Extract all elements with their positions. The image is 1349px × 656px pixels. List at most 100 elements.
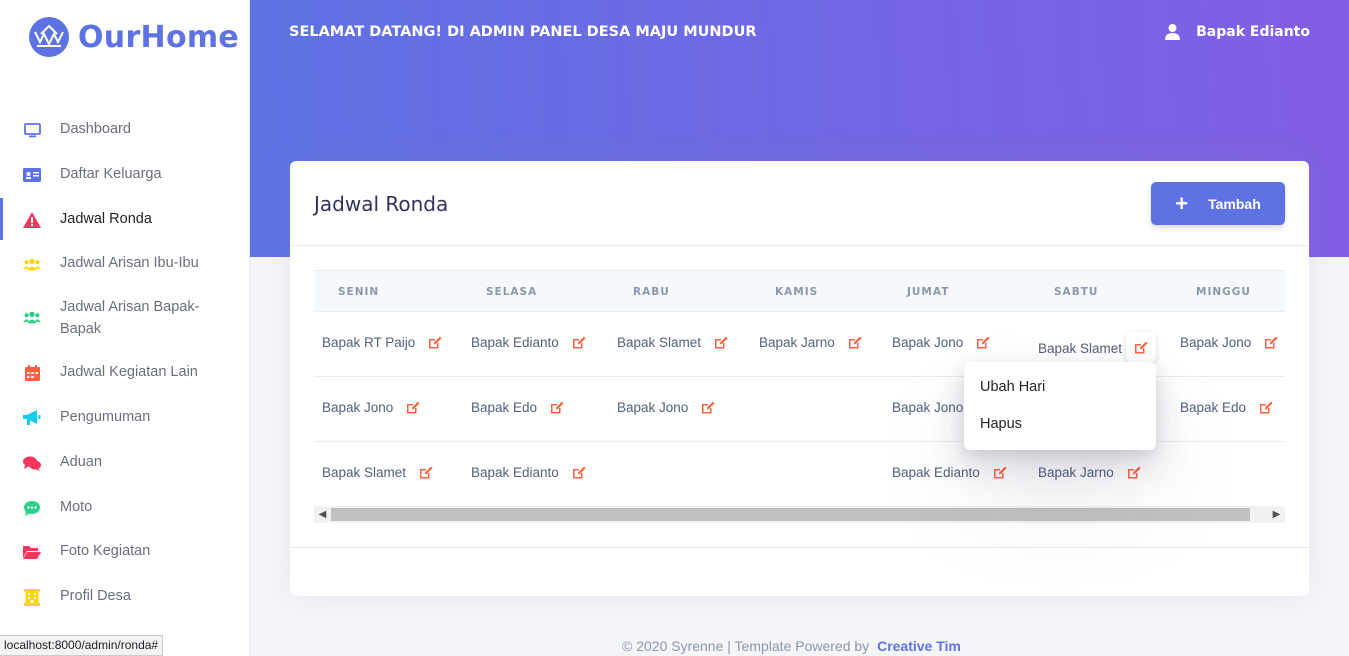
sidebar-item-foto-kegiatan[interactable]: Foto Kegiatan: [0, 540, 210, 562]
schedule-cell: Bapak Slamet: [322, 464, 434, 480]
edit-icon[interactable]: [847, 334, 863, 350]
column-header-jumat: JUMAT: [907, 286, 950, 298]
edit-icon[interactable]: [549, 399, 565, 415]
edit-icon[interactable]: [1263, 334, 1279, 350]
sidebar-item-arisan-bapak[interactable]: Jadwal Arisan Bapak-Bapak: [0, 296, 210, 340]
sidebar-item-label: Moto: [60, 499, 93, 515]
add-button-label: Tambah: [1208, 195, 1261, 212]
sidebar-item-label: Pengumuman: [60, 409, 151, 425]
sidebar-item-label: Aduan: [60, 454, 102, 470]
table-row: Bapak Slamet Bapak Edianto Bapak Edianto Ba…: [314, 442, 1285, 507]
member-name: Bapak Jono: [1180, 334, 1252, 350]
edit-icon[interactable]: [427, 334, 443, 350]
divider: [290, 245, 1309, 246]
sidebar-item-label: Jadwal Arisan Ibu-Ibu: [60, 255, 199, 271]
schedule-cell: Bapak Edo: [471, 399, 565, 415]
member-name: Bapak Edo: [471, 399, 538, 415]
edit-icon[interactable]: [713, 334, 729, 350]
column-header-sabtu: SABTU: [1054, 286, 1099, 298]
member-name: Bapak Edo: [1180, 399, 1247, 415]
schedule-cell: Bapak Jarno: [1038, 464, 1142, 480]
ronda-card: Jadwal Ronda + Tambah SENIN SELASA RABU …: [290, 161, 1309, 596]
sidebar-item-label: Dashboard: [60, 121, 131, 137]
member-name: Bapak Edianto: [892, 464, 980, 480]
sidebar-item-arisan-ibu[interactable]: Jadwal Arisan Ibu-Ibu: [0, 252, 210, 274]
add-button[interactable]: + Tambah: [1151, 182, 1285, 225]
sidebar-item-label: Jadwal Kegiatan Lain: [60, 364, 198, 380]
menu-item-hapus[interactable]: Hapus: [980, 416, 1022, 432]
edit-icon[interactable]: [418, 464, 434, 480]
sidebar-item-label: Jadwal Arisan Bapak-Bapak: [60, 299, 200, 337]
sidebar-item-jadwal-ronda[interactable]: Jadwal Ronda: [0, 198, 250, 240]
welcome-text: SELAMAT DATANG! DI ADMIN PANEL DESA MAJU…: [289, 24, 757, 40]
schedule-cell: Bapak Jarno: [759, 334, 863, 350]
sidebar-item-label: Profil Desa: [60, 588, 131, 604]
id-card-icon: [23, 166, 41, 184]
user-menu[interactable]: Bapak Edianto: [1165, 24, 1310, 40]
edit-icon[interactable]: [571, 464, 587, 480]
warning-icon: [23, 211, 41, 229]
member-name: Bapak Jono: [892, 399, 964, 415]
horizontal-scrollbar[interactable]: ◀ ▶: [314, 506, 1285, 523]
brand[interactable]: OurHome: [28, 16, 239, 58]
sidebar-item-label: Jadwal Ronda: [60, 211, 152, 227]
sidebar: OurHome Dashboard Daftar Keluarga Jadwal…: [0, 0, 250, 656]
row-action-dropdown: Ubah Hari Hapus: [964, 362, 1156, 450]
schedule-cell: Bapak Edianto: [471, 464, 587, 480]
scroll-right-icon[interactable]: ▶: [1268, 506, 1285, 523]
member-name: Bapak Slamet: [1038, 340, 1123, 356]
building-icon: [23, 588, 41, 606]
member-name: Bapak Jono: [892, 334, 964, 350]
sidebar-item-label: Foto Kegiatan: [60, 543, 151, 559]
edit-icon[interactable]: [992, 464, 1008, 480]
edit-icon[interactable]: [1126, 464, 1142, 480]
member-name: Bapak Slamet: [322, 464, 407, 480]
sidebar-item-daftar-keluarga[interactable]: Daftar Keluarga: [0, 163, 210, 185]
member-name: Bapak Edianto: [471, 464, 559, 480]
menu-item-ubah-hari[interactable]: Ubah Hari: [980, 379, 1045, 395]
sidebar-item-kegiatan-lain[interactable]: Jadwal Kegiatan Lain: [0, 361, 210, 383]
schedule-cell: Bapak Edo: [1180, 399, 1274, 415]
sidebar-item-profil-desa[interactable]: Profil Desa: [0, 585, 210, 607]
edit-icon[interactable]: [1258, 399, 1274, 415]
calendar-icon: [23, 364, 41, 382]
schedule-cell: Bapak Jono: [322, 399, 421, 415]
member-name: Bapak Jarno: [759, 334, 835, 350]
schedule-cell: Bapak Slamet: [617, 334, 729, 350]
browser-status-url: localhost:8000/admin/ronda#: [0, 635, 164, 656]
edit-icon[interactable]: [571, 334, 587, 350]
comments-icon: [23, 454, 41, 472]
member-name: Bapak RT Paijo: [322, 334, 416, 350]
schedule-cell: Bapak Edianto: [892, 464, 1008, 480]
footer-link[interactable]: Creative Tim: [877, 638, 961, 654]
user-name: Bapak Edianto: [1196, 24, 1310, 40]
edit-icon[interactable]: [1126, 332, 1157, 362]
scroll-thumb[interactable]: [331, 508, 1250, 521]
schedule-cell: Bapak Slamet: [1038, 332, 1157, 362]
scroll-left-icon[interactable]: ◀: [314, 506, 331, 523]
column-header-minggu: MINGGU: [1196, 286, 1251, 298]
schedule-cell: Bapak RT Paijo: [322, 334, 443, 350]
sidebar-item-moto[interactable]: Moto: [0, 496, 210, 518]
column-header-selasa: SELASA: [486, 286, 538, 298]
schedule-cell: Bapak Jono: [892, 334, 991, 350]
sidebar-item-aduan[interactable]: Aduan: [0, 451, 210, 473]
column-header-rabu: RABU: [633, 286, 670, 298]
schedule-cell: Bapak Edianto: [471, 334, 587, 350]
schedule-cell: Bapak Jono: [617, 399, 716, 415]
footer-copyright: © 2020 Syrenne | Template Powered by: [622, 638, 870, 654]
edit-icon[interactable]: [975, 334, 991, 350]
column-header-senin: SENIN: [338, 286, 380, 298]
member-name: Bapak Slamet: [617, 334, 702, 350]
sidebar-item-pengumuman[interactable]: Pengumuman: [0, 406, 210, 428]
user-icon: [1165, 24, 1181, 40]
comment-dots-icon: [23, 499, 41, 517]
card-title: Jadwal Ronda: [314, 192, 449, 216]
edit-icon[interactable]: [405, 399, 421, 415]
edit-icon[interactable]: [700, 399, 716, 415]
divider: [290, 547, 1309, 548]
brand-name: OurHome: [78, 19, 240, 55]
member-name: Bapak Jono: [617, 399, 689, 415]
member-name: Bapak Edianto: [471, 334, 559, 350]
sidebar-item-dashboard[interactable]: Dashboard: [0, 118, 210, 140]
